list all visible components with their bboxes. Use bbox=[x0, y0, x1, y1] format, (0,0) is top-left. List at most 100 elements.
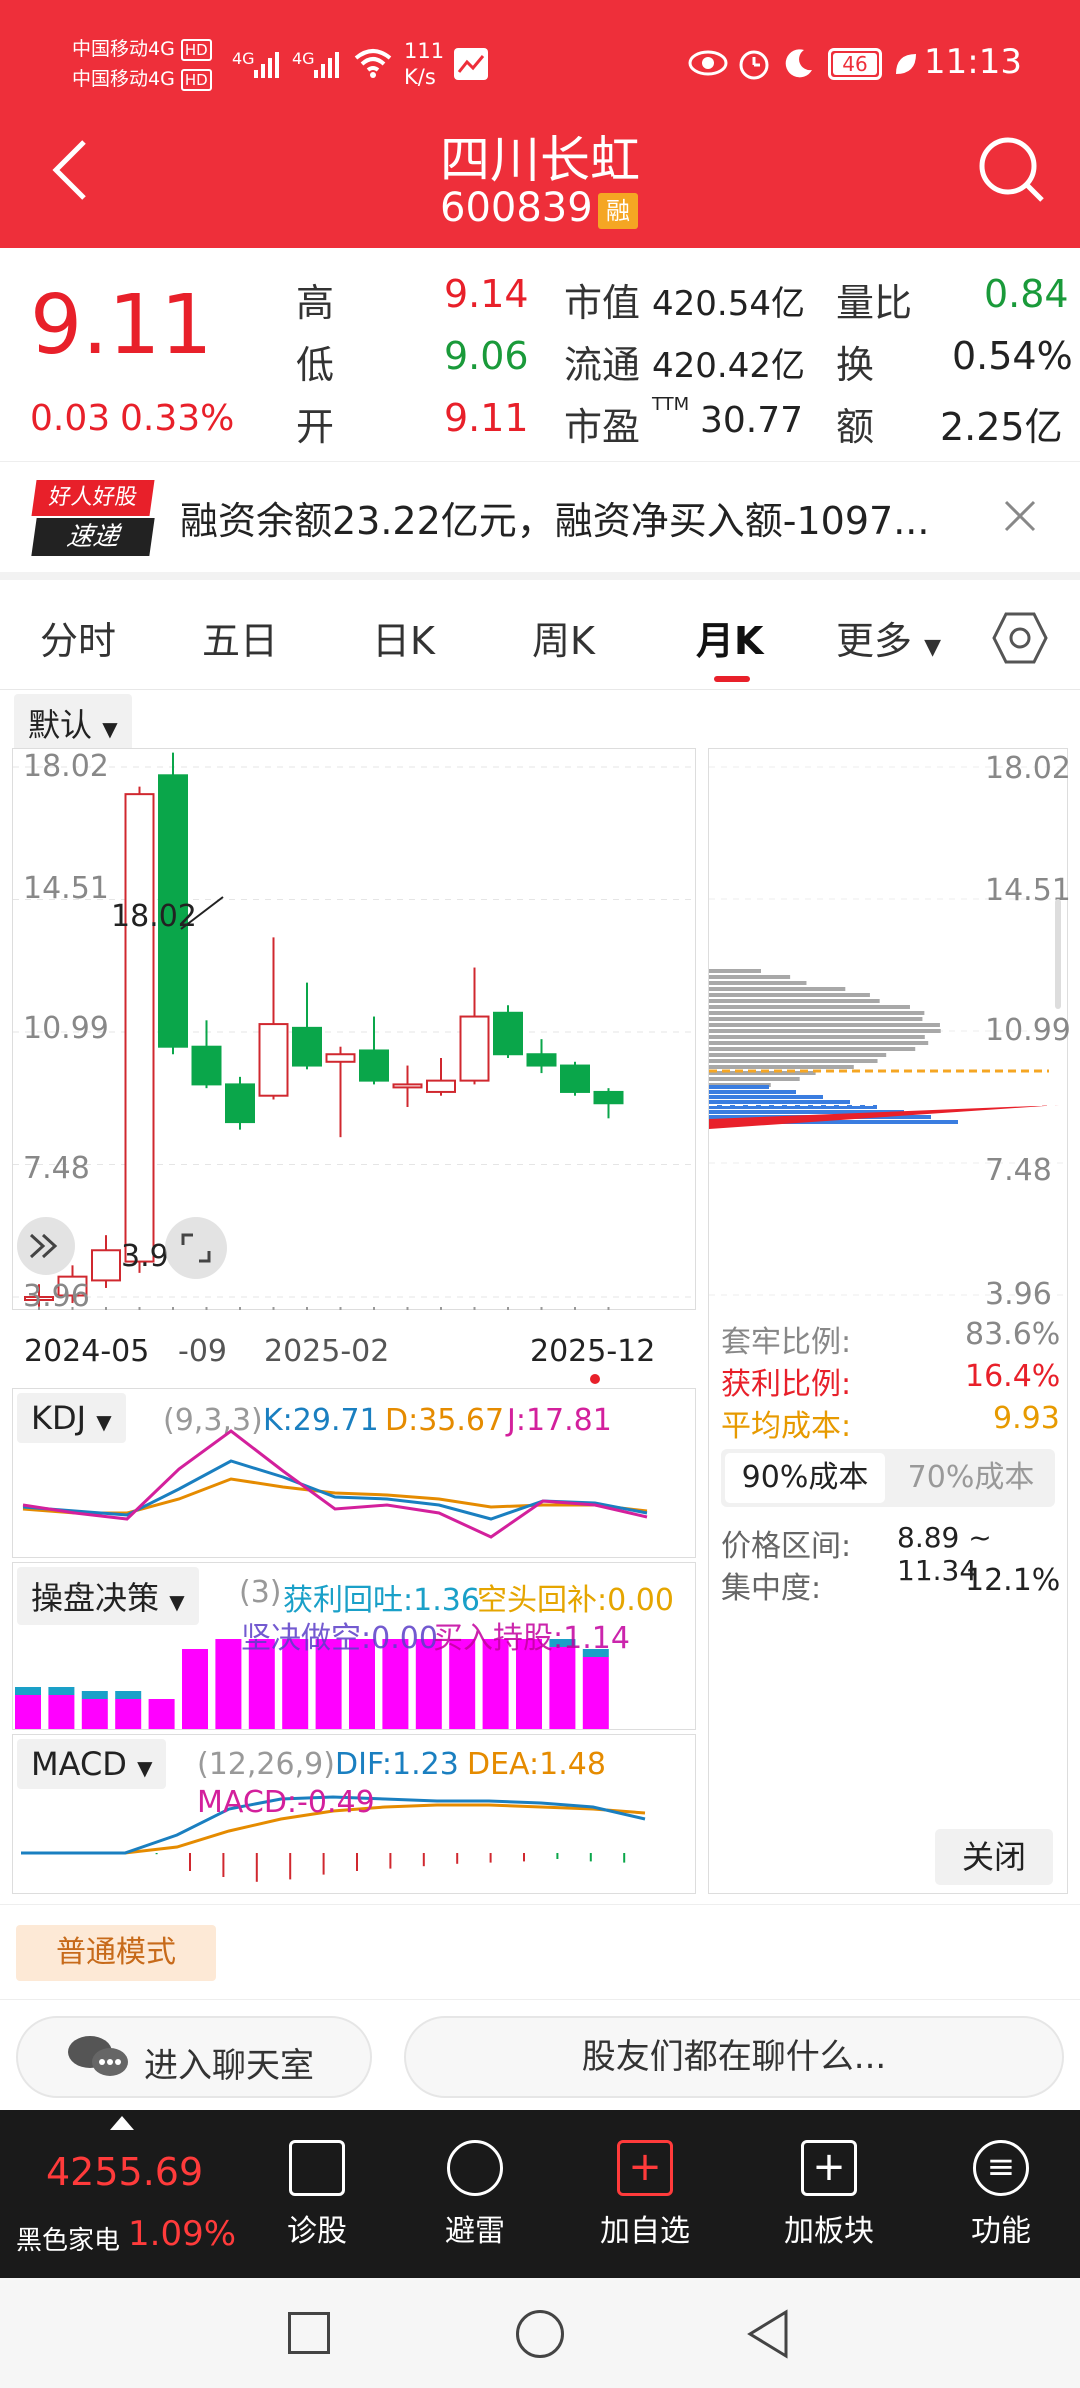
bottom-nav: 4255.69 黑色家电 1.09% 诊股 避雷 + 加自选 + 加板块 ≡ 功能 bbox=[0, 2110, 1080, 2278]
wifi-icon bbox=[354, 48, 392, 82]
vol-ratio-value: 0.84 bbox=[984, 272, 1069, 316]
nav-diagnose[interactable]: 诊股 bbox=[262, 2140, 372, 2250]
carrier-1: 中国移动4G HD bbox=[72, 36, 212, 63]
cost-y-tick-3: 7.48 bbox=[985, 1153, 1052, 1188]
ops-bar-cap bbox=[115, 1691, 142, 1699]
speed-unit: K/s bbox=[404, 65, 436, 89]
news-logo-bottom: 速递 bbox=[31, 518, 155, 556]
caret-up-icon bbox=[110, 2116, 134, 2130]
recent-apps-button[interactable] bbox=[288, 2312, 330, 2354]
candle-body bbox=[593, 1090, 624, 1105]
home-button[interactable] bbox=[516, 2310, 564, 2358]
candle-body bbox=[292, 1026, 322, 1067]
search-button[interactable] bbox=[976, 134, 1046, 208]
leaf-icon bbox=[892, 50, 920, 82]
close-cost-button[interactable]: 关闭 bbox=[935, 1829, 1053, 1885]
ops-dropdown[interactable]: 操盘决策 ▼ bbox=[17, 1567, 199, 1625]
ops-bar bbox=[549, 1647, 576, 1729]
macd-label: MACD bbox=[31, 1745, 127, 1783]
macd-value: MACD:-0.49 bbox=[197, 1785, 375, 1820]
caret-down-icon: ▼ bbox=[102, 717, 118, 741]
ops-bar-cap bbox=[48, 1687, 75, 1695]
active-tab-indicator bbox=[714, 676, 750, 682]
x-tick-0: 2024-05 bbox=[24, 1334, 150, 1369]
y-tick-3: 7.48 bbox=[23, 1151, 90, 1186]
candle-body bbox=[191, 1045, 222, 1086]
caret-down-icon: ▼ bbox=[137, 1756, 153, 1780]
net-type-1: 4G bbox=[232, 49, 255, 68]
news-close-button[interactable] bbox=[1002, 498, 1038, 538]
news-bar[interactable]: 好人好股 速递 融资余额23.22亿元，融资净买入额-1097... bbox=[0, 462, 1080, 572]
price-change: 0.03 bbox=[30, 398, 111, 439]
normal-mode-button[interactable]: 普通模式 bbox=[16, 1925, 216, 1981]
news-logo-top: 好人好股 bbox=[31, 480, 155, 516]
open-label: 开 bbox=[296, 405, 335, 449]
low-annotation: 3.9 bbox=[121, 1239, 169, 1274]
vol-ratio-label: 量比 bbox=[836, 281, 913, 325]
macd-panel: MACD ▼ (12,26,9) DIF:1.23 DEA:1.48 MACD:… bbox=[12, 1734, 696, 1894]
macd-dropdown[interactable]: MACD ▼ bbox=[17, 1739, 167, 1789]
battery-icon: 46 bbox=[828, 48, 882, 80]
nav-functions[interactable]: ≡ 功能 bbox=[946, 2140, 1056, 2250]
tab-cost-90[interactable]: 90%成本 bbox=[725, 1453, 885, 1503]
x-tick-3: 2025-12 bbox=[530, 1334, 656, 1369]
ops-params: (3) bbox=[239, 1575, 282, 1610]
macd-dea: DEA:1.48 bbox=[467, 1747, 606, 1782]
nav-add-watchlist[interactable]: + 加自选 bbox=[590, 2140, 700, 2250]
net-type-2: 4G bbox=[292, 49, 315, 68]
speed-value: 111 bbox=[404, 39, 445, 63]
tab-five-day[interactable]: 五日 bbox=[202, 610, 278, 665]
mcap-value: 420.54亿 bbox=[652, 284, 805, 324]
cost-y-tick-4: 3.96 bbox=[985, 1277, 1052, 1312]
ops-label: 操盘决策 bbox=[31, 1579, 160, 1617]
nav-functions-label: 功能 bbox=[971, 2214, 1031, 2249]
kdj-j-line bbox=[22, 1429, 648, 1539]
tab-more[interactable]: 更多 ▼ bbox=[836, 610, 941, 665]
candle-body bbox=[258, 1023, 289, 1097]
search-icon bbox=[979, 137, 1044, 202]
nav-diagnose-label: 诊股 bbox=[287, 2214, 347, 2249]
index-name: 黑色家电 bbox=[16, 2226, 121, 2256]
top-bar: 中国移动4G HD 中国移动4G HD 4G 4G 111 K/s 46 11:… bbox=[0, 0, 1080, 248]
ops-bar bbox=[582, 1657, 609, 1729]
app-notify-icon bbox=[454, 48, 488, 80]
low-value: 9.06 bbox=[444, 334, 529, 378]
chat-icon bbox=[68, 2036, 128, 2076]
ops-bar bbox=[81, 1699, 108, 1729]
double-chevron-right-icon bbox=[29, 1233, 58, 1259]
current-price: 9.11 bbox=[30, 278, 213, 373]
candle-body bbox=[325, 1053, 356, 1063]
nav-add-sector-label: 加板块 bbox=[784, 2214, 874, 2249]
tab-weekly-k[interactable]: 周K bbox=[532, 610, 595, 665]
app-root: 中国移动4G HD 中国移动4G HD 4G 4G 111 K/s 46 11:… bbox=[0, 0, 1080, 2388]
fullscreen-button[interactable] bbox=[165, 1217, 227, 1279]
chart-settings-button[interactable] bbox=[992, 610, 1048, 670]
kline-chart-panel[interactable]: 18.02 14.51 10.99 7.48 3.96 18.02 3.9 bbox=[12, 748, 697, 1314]
nav-avoid-risk-label: 避雷 bbox=[445, 2214, 505, 2249]
adjust-mode-dropdown[interactable]: 默认 ▼ bbox=[14, 694, 132, 752]
nav-avoid-risk[interactable]: 避雷 bbox=[420, 2140, 530, 2250]
cost-scrollbar[interactable] bbox=[1055, 899, 1061, 1009]
tab-intraday[interactable]: 分时 bbox=[40, 610, 116, 665]
tab-cost-70[interactable]: 70%成本 bbox=[891, 1453, 1051, 1503]
ops-bar bbox=[215, 1639, 242, 1729]
expand-left-button[interactable] bbox=[17, 1217, 75, 1275]
community-button[interactable]: 股友们都在聊什么... bbox=[404, 2016, 1064, 2098]
low-label: 低 bbox=[296, 343, 335, 387]
trap-label: 套牢比例: bbox=[721, 1325, 852, 1360]
pe-label: 市盈 bbox=[564, 405, 641, 449]
kline-chart bbox=[13, 752, 697, 1311]
ops-panel: 操盘决策 ▼ (3) 获利回吐:1.36 空头回补:0.00 坚决做空:0.00… bbox=[12, 1562, 696, 1730]
tab-daily-k[interactable]: 日K bbox=[372, 610, 435, 665]
nav-add-sector[interactable]: + 加板块 bbox=[774, 2140, 884, 2250]
candle-body bbox=[225, 1083, 255, 1124]
amount-value: 2.25亿 bbox=[940, 405, 1063, 449]
chat-room-button[interactable]: 进入聊天室 bbox=[16, 2016, 372, 2098]
back-nav-button[interactable] bbox=[744, 2308, 790, 2364]
macd-params: (12,26,9) bbox=[197, 1747, 335, 1782]
ops-bar bbox=[15, 1695, 41, 1729]
candle-body bbox=[91, 1249, 121, 1282]
tab-monthly-k[interactable]: 月K bbox=[696, 610, 763, 665]
news-logo: 好人好股 速递 bbox=[31, 480, 155, 556]
pe-value: 30.77 bbox=[700, 400, 804, 441]
